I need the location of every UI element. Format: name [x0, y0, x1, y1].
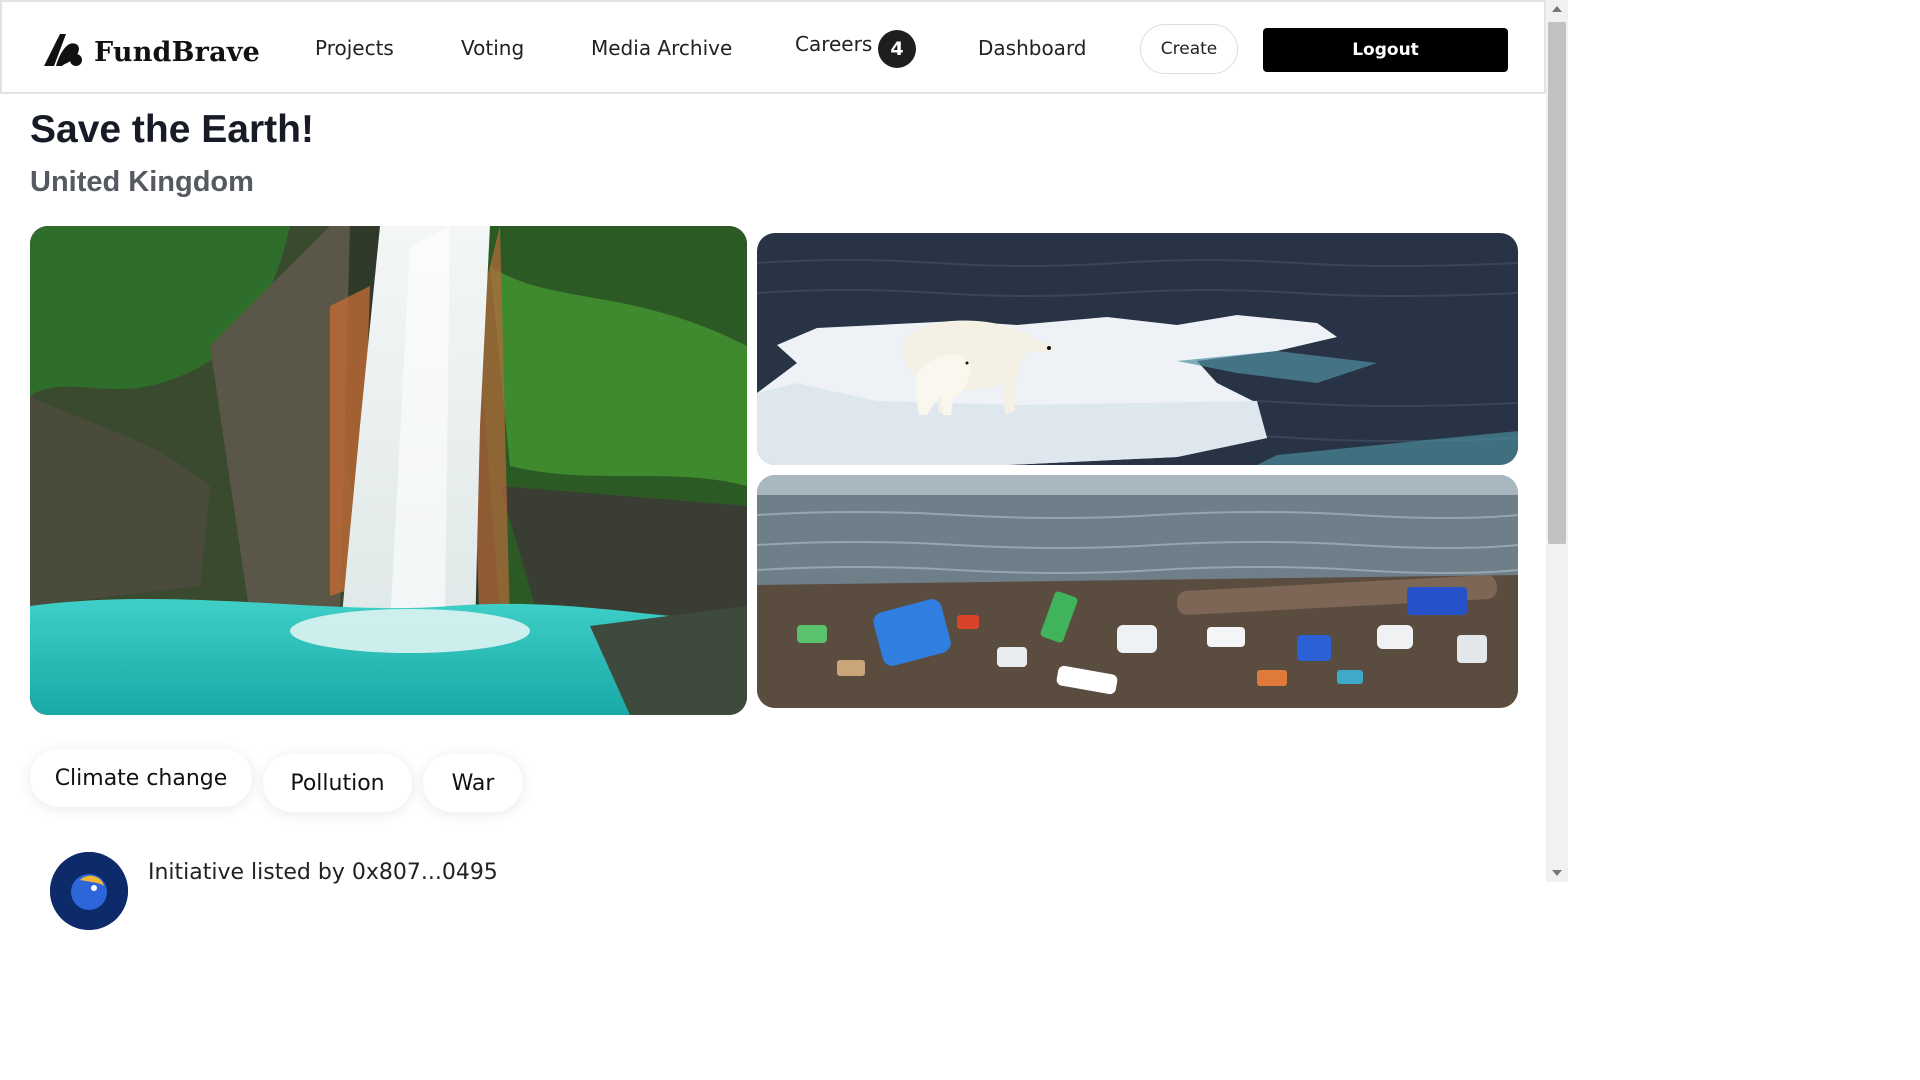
scroll-down-arrow-icon[interactable] [1552, 870, 1562, 876]
create-button[interactable]: Create [1140, 24, 1238, 74]
lister-avatar[interactable] [50, 852, 128, 930]
nav-media-archive[interactable]: Media Archive [591, 36, 732, 60]
page-scrollbar[interactable] [1546, 0, 1568, 882]
brand-name: FundBrave [94, 37, 261, 68]
logout-button[interactable]: Logout [1263, 28, 1508, 72]
nav-projects[interactable]: Projects [315, 36, 394, 60]
tag-pollution[interactable]: Pollution [263, 754, 412, 812]
project-location: United Kingdom [30, 166, 254, 198]
beach-pollution-image[interactable] [757, 475, 1518, 708]
tag-climate-change[interactable]: Climate change [30, 749, 252, 807]
polar-bears-image[interactable] [757, 233, 1518, 465]
scroll-up-arrow-icon[interactable] [1552, 6, 1562, 12]
tag-war[interactable]: War [423, 754, 523, 812]
nav-dashboard[interactable]: Dashboard [978, 36, 1087, 60]
fundbrave-logo-icon [42, 30, 88, 75]
scrollbar-thumb[interactable] [1548, 22, 1566, 544]
nav-careers[interactable]: Careers [795, 32, 872, 56]
project-title: Save the Earth! [30, 108, 314, 151]
top-navbar: FundBrave Projects Voting Media Archive … [0, 0, 1546, 94]
brand-logo[interactable]: FundBrave [42, 30, 260, 75]
careers-count-badge: 4 [878, 30, 916, 68]
listed-by-text: Initiative listed by 0x807...0495 [148, 860, 498, 885]
waterfall-image[interactable] [30, 226, 747, 715]
nav-voting[interactable]: Voting [461, 36, 524, 60]
